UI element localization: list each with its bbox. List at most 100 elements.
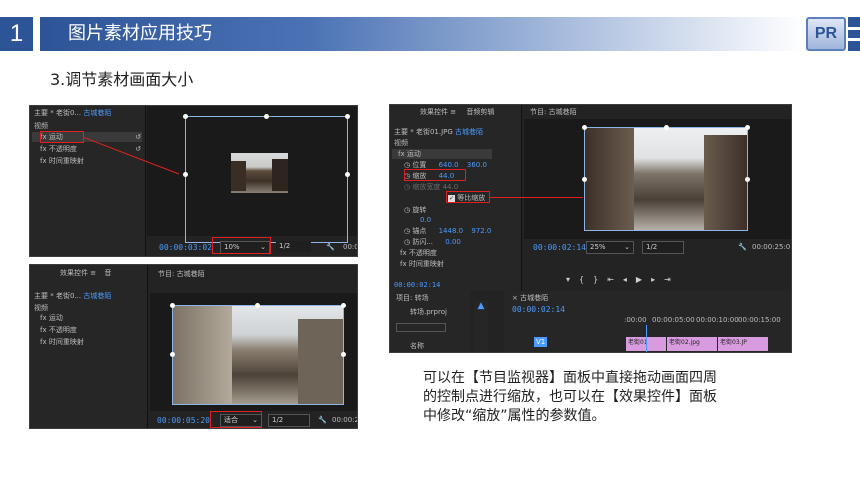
wrench-icon[interactable]: 🔧 [738,242,747,252]
step-back-icon[interactable]: ◂ [623,275,636,284]
description-line: 中修改“缩放”属性的参数值。 [423,408,606,424]
project-panel: 项目: 转场 转场.prproj 名称 [390,291,470,352]
description-line: 的控制点进行缩放，也可以在【效果控件】面板 [423,389,717,405]
scale-handle[interactable] [341,303,346,308]
section-video: 视频 [394,139,408,147]
timecode[interactable]: 00:00:03:02 [159,243,212,252]
go-in-icon[interactable]: ⇤ [607,275,623,284]
scale-handle[interactable] [264,114,269,119]
scale-handle[interactable] [170,352,175,357]
scale-handle[interactable] [664,125,669,130]
timecode-right: 00:0 [343,243,358,251]
property-antiflicker[interactable]: ◷ 防闪... 0.00 [404,237,461,247]
premiere-logo-icon: PR [806,17,846,51]
screenshot-monitor-drag: 主要 * 老街0... 古城巷陌 视频 fx 运动 fx 不透明度 fx 时间重… [29,105,358,257]
scale-handle[interactable] [745,177,750,182]
scale-handle[interactable] [345,172,350,177]
project-file: 转场.prproj [410,308,447,316]
screenshot-effect-controls: 效果控件 ≡ 音频剪辑 主要 * 老街01.JPG 古城巷陌 视频 fx 运动 … [389,104,792,353]
scale-handle[interactable] [183,114,188,119]
effect-row-opacity[interactable]: fx 不透明度 [34,325,77,335]
effect-controls-panel: 主要 * 老街0... 古城巷陌 视频 fx 运动 fx 不透明度 fx 时间重… [30,106,146,256]
go-out-icon[interactable]: ⇥ [664,275,680,284]
tools-panel: ▲ [474,301,488,352]
seq-header: 主要 * 老街0... 古城巷陌 [34,109,112,117]
effect-row-opacity[interactable]: fx 不透明度 [34,144,77,154]
property-anchor[interactable]: ◷ 锚点 1448.0 972.0 [404,226,491,236]
property-rotation[interactable]: ◷ 旋转 [404,205,426,215]
ruler-mark: 00:00:15:00 [738,316,781,324]
selection-tool-icon[interactable]: ▲ [474,301,488,311]
tab-timeline[interactable]: × 古城巷陌 [512,293,548,303]
zoom-highlight [210,411,262,428]
scale-handle[interactable] [341,352,346,357]
timeline-timecode[interactable]: 00:00:02:14 [512,305,565,314]
timecode[interactable]: 00:00:02:14 [533,243,586,252]
zoom-select[interactable]: 25% ⌄ [586,241,634,254]
effect-row-timemap[interactable]: fx 时间重映射 [34,337,84,347]
screenshot-fit-view: 效果控件 ≡ 音 主要 * 老街0... 古城巷陌 视频 fx 运动 fx 不透… [29,264,358,429]
program-monitor [524,119,791,239]
program-monitor [147,106,357,243]
reset-icon[interactable]: ↺ [135,144,141,154]
menu-strip-icon [848,17,860,51]
rotation-value[interactable]: 0.0 [420,215,431,225]
title-bar: 图片素材应用技巧 [40,17,804,51]
track-v1[interactable]: V1 [534,337,548,347]
scale-handle[interactable] [582,177,587,182]
section-video: 视频 [34,122,48,130]
effect-row-timemap[interactable]: fx 时间重映射 [34,156,84,166]
section-video: 视频 [34,304,48,312]
scale-handle[interactable] [745,125,750,130]
transform-bounding-box[interactable] [584,127,748,231]
description-line: 可以在【节目监视器】面板中直接拖动画面四周 [423,370,717,386]
scale-handle[interactable] [170,303,175,308]
search-input[interactable] [396,323,446,332]
tab-project[interactable]: 项目: 转场 [396,293,429,303]
effect-row-timemap[interactable]: fx 时间重映射 [394,259,444,269]
tab-effect-controls[interactable]: 效果控件 ≡ 音 [60,268,111,278]
clip[interactable]: 老街03.JP [718,337,768,351]
wrench-icon[interactable]: 🔧 [318,415,327,425]
scale-handle[interactable] [345,114,350,119]
timecode-right: 00:00:2 [332,416,358,424]
marker-icon[interactable]: ▾ [566,275,579,284]
column-name: 名称 [410,342,424,350]
wrench-icon[interactable]: 🔧 [326,242,335,252]
motion-highlight [40,131,84,143]
in-point-icon[interactable]: { [579,275,593,284]
quality-select[interactable]: 1/2 [642,241,684,254]
effect-timecode[interactable]: 00:00:02:14 [394,281,440,289]
playhead[interactable] [646,325,647,352]
ruler-mark: 00:00:10:00 [696,316,739,324]
monitor-title: 节目: 古城巷陌 [530,108,577,116]
quality-select[interactable]: 1/2 [268,414,310,427]
transform-bounding-box[interactable] [172,305,344,405]
zoom-highlight [212,237,271,254]
scale-handle[interactable] [255,303,260,308]
reset-icon[interactable]: ↺ [135,132,141,142]
scale-handle[interactable] [582,125,587,130]
seq-header: 主要 * 老街01.JPG 古城巷陌 [394,128,484,136]
play-icon[interactable]: ▶ [636,275,651,284]
quality-select[interactable]: 1/2 [276,241,311,252]
timecode-right: 00:00:25:0 [752,243,791,251]
slide-title: 图片素材应用技巧 [68,23,212,44]
program-monitor [150,293,357,411]
scale-handle[interactable] [183,172,188,177]
effect-row-opacity[interactable]: fx 不透明度 [394,248,437,258]
effect-row-motion[interactable]: fx 运动 [392,149,492,159]
monitor-title: 节目: 古城巷陌 [158,270,205,278]
ruler-mark: :00:00 [624,316,647,324]
clip[interactable]: 老街02.jpg [667,337,717,351]
tab-effect-controls[interactable]: 效果控件 ≡ 音频剪辑 [420,107,494,117]
out-point-icon[interactable]: } [593,275,607,284]
effect-row-motion[interactable]: fx 运动 [32,313,144,323]
timecode[interactable]: 00:00:05:20 [157,416,210,425]
step-forward-icon[interactable]: ▸ [651,275,664,284]
effect-controls-panel: 效果控件 ≡ 音频剪辑 主要 * 老街01.JPG 古城巷陌 视频 fx 运动 … [390,105,522,291]
transport-controls: ▾{}⇤◂▶▸⇥ [566,275,766,287]
seq-header: 主要 * 老街0... 古城巷陌 [34,292,112,300]
pointer-arrow [490,197,583,198]
description-text: 可以在【节目监视器】面板中直接拖动画面四周 的控制点进行缩放，也可以在【效果控件… [423,369,803,426]
